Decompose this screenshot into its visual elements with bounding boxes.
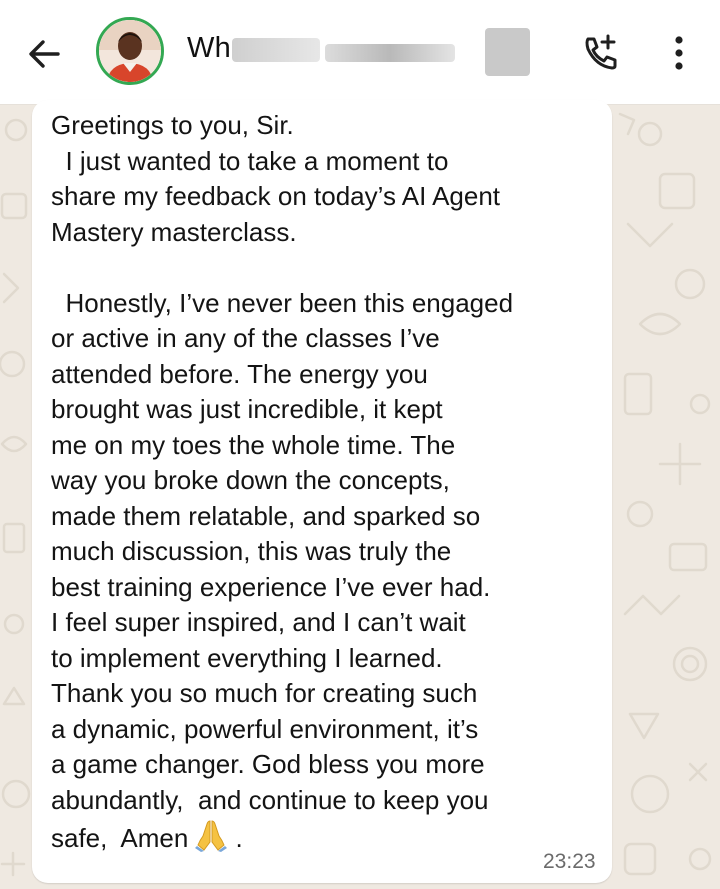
message-last-line: safe, Amen . — [51, 820, 243, 853]
contact-photo — [99, 20, 161, 82]
message-closing: safe, Amen — [51, 822, 189, 853]
back-button[interactable] — [24, 34, 64, 74]
add-call-button[interactable] — [578, 30, 624, 76]
phone-add-icon — [585, 34, 617, 70]
message-text: Greetings to you, Sir. I just wanted to … — [51, 108, 601, 862]
message-timestamp: 23:23 — [543, 850, 596, 873]
redacted-name-blur — [485, 28, 530, 76]
redacted-name-blur — [325, 44, 455, 62]
more-vertical-icon — [675, 36, 683, 70]
message-body: Greetings to you, Sir. I just wanted to … — [51, 110, 514, 815]
chat-header: Wh — [0, 0, 720, 105]
contact-name[interactable]: Wh — [187, 32, 231, 65]
folded-hands-icon — [194, 818, 228, 862]
arrow-left-icon — [29, 40, 60, 68]
message-period: . — [235, 822, 243, 853]
redacted-name-blur — [232, 38, 320, 62]
more-options-button[interactable] — [664, 30, 694, 76]
avatar[interactable] — [96, 17, 164, 85]
